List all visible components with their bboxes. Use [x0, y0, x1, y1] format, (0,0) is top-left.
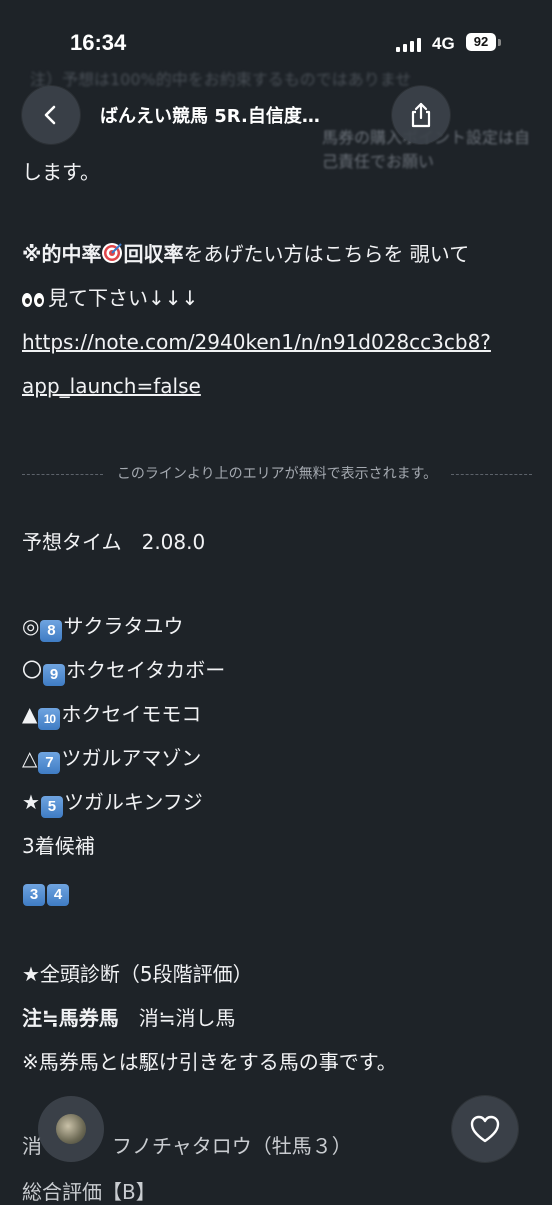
number-keycap-icon: 9 — [43, 664, 65, 686]
legend-line: 注≒馬券馬 消≒消し馬 — [22, 996, 236, 1040]
pick-row: ◎ 8 サクラタユウ — [22, 604, 183, 648]
status-bar: 16:34 4G 92 — [0, 0, 552, 70]
note-link-continued[interactable]: app_launch=false — [22, 364, 201, 408]
author-avatar-button[interactable] — [38, 1096, 104, 1162]
pick-row: 〇 9 ホクセイタカボー — [22, 648, 225, 692]
nav-bar: ばんえい競馬 5R.自信度… 馬券の購入ポイント設定は自己責任でお願い — [22, 84, 530, 171]
horse-entry-name: フノチャタロウ（牡馬３） — [112, 1134, 352, 1158]
prediction-time: 予想タイム 2.08.0 — [22, 530, 206, 554]
number-keycap-icon: 4 — [47, 884, 69, 906]
promo-bold: 回収率 — [123, 242, 184, 266]
diagnosis-heading: ★全頭診断（5段階評価） — [22, 962, 253, 986]
horse-rating: 総合評価【B】 — [22, 1180, 156, 1204]
back-button[interactable] — [22, 86, 80, 144]
text-line: します。 — [22, 160, 100, 184]
pick-mark: ◎ — [22, 614, 40, 638]
legend-bold: 注≒馬券馬 — [22, 1006, 119, 1030]
eyes-icon — [22, 293, 44, 307]
horse-name: ホクセイモモコ — [61, 702, 202, 726]
horse-name: ツガルアマゾン — [61, 746, 202, 770]
promo-text: 見て下さい↓↓↓ — [48, 286, 199, 310]
avatar — [56, 1114, 86, 1144]
number-keycap-icon: 3 — [23, 884, 45, 906]
pick-row: △ 7 ツガルアマゾン — [22, 736, 201, 780]
pick-mark: ★ — [22, 790, 40, 814]
promo-bold: ※的中率 — [22, 242, 102, 266]
signal-icon — [396, 36, 421, 52]
pick-mark: ▲ — [22, 702, 38, 726]
number-keycap-icon: 8 — [40, 620, 63, 642]
number-keycap-icon: 5 — [40, 796, 63, 818]
third-place-numbers: 34 — [22, 868, 70, 912]
heart-icon — [470, 1115, 500, 1143]
horse-name: ホクセイタカボー — [66, 658, 226, 682]
pick-row: ★ 5 ツガルキンフジ — [22, 780, 203, 824]
target-icon — [102, 243, 123, 263]
pick-mark: △ — [22, 746, 38, 770]
third-place-label: 3着候補 — [22, 834, 95, 858]
network-label: 4G — [432, 34, 455, 53]
number-keycap-icon: 7 — [38, 752, 61, 774]
pick-row: ▲ 10 ホクセイモモコ — [22, 692, 201, 736]
horse-name: ツガルキンフジ — [63, 790, 203, 814]
promo-line: ※的中率 回収率をあげたい方はこちらを 覗いて — [22, 232, 469, 276]
battery-tip — [498, 39, 501, 46]
pick-mark: 〇 — [22, 658, 42, 682]
legend-text: 消≒消し馬 — [118, 1006, 236, 1030]
note-link[interactable]: https://note.com/2940ken1/n/n91d028cc3cb… — [22, 320, 491, 364]
chevron-left-icon — [44, 105, 56, 125]
share-icon — [411, 102, 431, 128]
promo-text: をあげたい方はこちらを 覗いて — [183, 242, 470, 266]
divider-text: このラインより上のエリアが無料で表示されます。 — [116, 466, 438, 482]
horse-name: サクラタユウ — [63, 614, 184, 638]
note-text: ※馬券馬とは駆け引きをする馬の事です。 — [22, 1050, 397, 1074]
number-keycap-icon: 10 — [38, 708, 61, 730]
status-time: 16:34 — [70, 30, 127, 55]
like-button[interactable] — [452, 1096, 518, 1162]
paywall-divider: このラインより上のエリアが無料で表示されます。 — [22, 452, 533, 496]
battery-icon: 92 — [466, 33, 496, 51]
share-button[interactable] — [392, 86, 450, 144]
promo-line-2: 見て下さい↓↓↓ — [22, 276, 198, 320]
